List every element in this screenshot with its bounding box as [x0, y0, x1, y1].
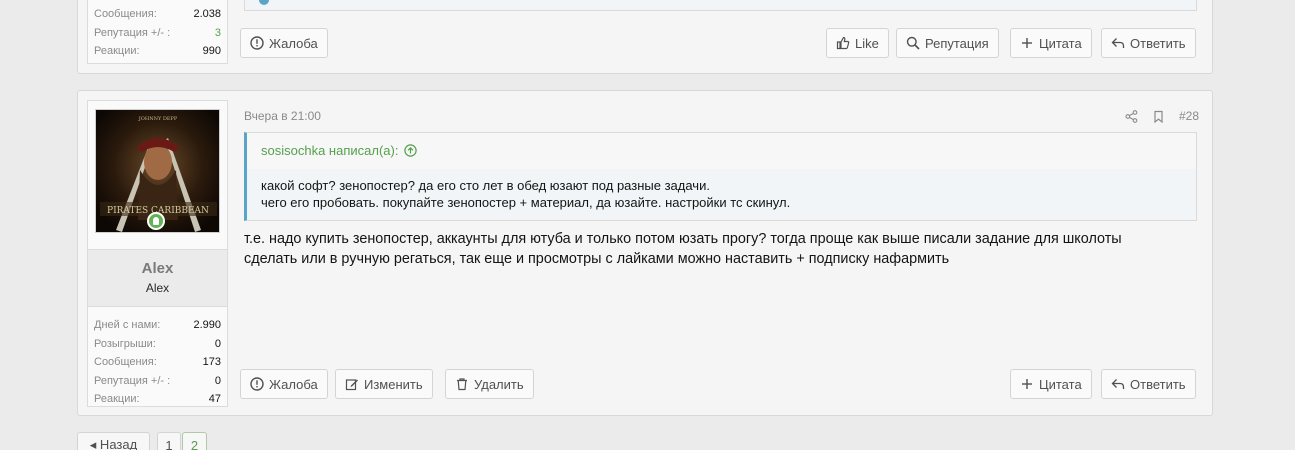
previous-post-user-stats: Сообщения: 2.038 Репутация +/- : 3 Реакц… [87, 0, 228, 64]
stat-row: Дней с нами: 2.990 [94, 316, 221, 335]
trash-icon [457, 378, 467, 391]
warning-circle-icon [250, 36, 264, 50]
edit-icon [345, 379, 358, 391]
stat-value: 0 [214, 337, 221, 350]
svg-text:JOHNNY DEPP: JOHNNY DEPP [138, 116, 178, 122]
previous-post-content-edge [244, 0, 1197, 11]
edit-button[interactable]: Изменить [335, 369, 433, 399]
post-number-link[interactable]: #28 [1179, 109, 1199, 123]
stat-label: Сообщения: [94, 8, 157, 20]
pagination-prev-button[interactable]: ◂ Назад [77, 432, 150, 450]
info-icon [259, 0, 269, 5]
stat-label: Розыгрыши: [94, 337, 156, 350]
quote-body: какой софт? зенопостер? да его сто лет в… [247, 169, 1196, 220]
share-icon[interactable] [1125, 109, 1138, 123]
report-button[interactable]: Жалоба [240, 369, 328, 399]
delete-button[interactable]: Удалить [445, 369, 534, 399]
stat-value: 2.990 [193, 319, 221, 331]
stat-row: Сообщения: 173 [94, 353, 221, 372]
user-info-panel: PIRATES CARIBBEAN JOHNNY DEPP Alex Alex … [87, 100, 228, 407]
message-line: т.е. надо купить зенопостер, аккаунты дл… [244, 231, 1122, 247]
reply-icon [1111, 38, 1125, 48]
report-label: Жалоба [269, 35, 318, 51]
warning-circle-icon [250, 377, 264, 391]
stat-value: 0 [214, 374, 221, 387]
pagination-page-label: 1 [165, 437, 173, 450]
stat-value: 2.038 [193, 8, 221, 20]
user-stats: Дней с нами: 2.990 Розыгрыши: 0 Сообщени… [88, 316, 227, 409]
stat-value: 173 [202, 356, 221, 368]
pagination-page-label: 2 [190, 437, 199, 450]
like-button[interactable]: Like [826, 28, 889, 58]
previous-post: Сообщения: 2.038 Репутация +/- : 3 Реакц… [77, 0, 1213, 74]
quote-author-link[interactable]: sosisochka написал(а): [261, 143, 418, 158]
reply-button[interactable]: Ответить [1101, 369, 1196, 399]
stat-row: Реакции: 47 [94, 390, 221, 409]
report-label: Жалоба [269, 376, 318, 392]
quote-button[interactable]: Цитата [1010, 369, 1092, 399]
post-tools: #28 [1125, 109, 1199, 123]
stat-label: Реакции: [94, 393, 140, 405]
stat-label: Сообщения: [94, 356, 157, 368]
user-title: Alex [145, 281, 170, 295]
reply-button[interactable]: Ответить [1101, 28, 1196, 58]
quote-author: sosisochka написал(а): [261, 143, 399, 158]
quote-line: какой софт? зенопостер? да его сто лет в… [261, 178, 710, 193]
quote-label: Цитата [1039, 376, 1082, 392]
stat-value: 990 [202, 45, 221, 57]
bookmark-icon[interactable] [1152, 110, 1165, 123]
reputation-button[interactable]: Репутация [896, 28, 999, 58]
online-status-icon [147, 212, 165, 230]
pagination-page-2[interactable]: 2 [182, 432, 207, 450]
user-name-block: Alex Alex [88, 249, 227, 307]
arrow-up-circle-icon [404, 144, 418, 157]
stat-row: Розыгрыши: 0 [94, 335, 221, 354]
stat-value: 47 [208, 393, 221, 405]
plus-icon [1022, 38, 1032, 48]
plus-icon [1022, 379, 1032, 389]
stat-row: Реакции: 990 [94, 42, 221, 61]
thumbs-up-icon [836, 36, 850, 50]
quote-button[interactable]: Цитата [1010, 28, 1092, 58]
stat-row: Сообщения: 2.038 [94, 5, 221, 24]
reply-label: Ответить [1130, 376, 1186, 392]
stat-row: Репутация +/- : 0 [94, 372, 221, 391]
reputation-label: Репутация [925, 35, 989, 51]
stat-value: 3 [214, 26, 221, 39]
quote-block: sosisochka написал(а): какой софт? зеноп… [244, 132, 1197, 221]
pagination-page-1[interactable]: 1 [157, 432, 181, 450]
post-28: PIRATES CARIBBEAN JOHNNY DEPP Alex Alex … [77, 90, 1213, 416]
post-message: т.е. надо купить зенопостер, аккаунты дл… [244, 229, 1174, 269]
quote-label: Цитата [1039, 35, 1082, 51]
stat-label: Дней с нами: [94, 319, 161, 331]
message-line: сделать или в ручную регаться, так еще и… [244, 251, 950, 267]
delete-label: Удалить [474, 376, 524, 392]
stat-label: Реакции: [94, 45, 140, 57]
stat-label: Репутация +/- : [94, 26, 171, 39]
pagination-prev-label: ◂ Назад [89, 437, 138, 450]
like-label: Like [855, 35, 879, 51]
stat-label: Репутация +/- : [94, 374, 171, 387]
quote-line: чего его пробовать. покупайте зенопостер… [261, 195, 791, 210]
edit-label: Изменить [364, 376, 423, 392]
stat-row: Репутация +/- : 3 [94, 24, 221, 43]
search-icon [906, 36, 920, 50]
report-button[interactable]: Жалоба [240, 28, 328, 58]
reply-icon [1111, 379, 1125, 389]
post-date-link[interactable]: Вчера в 21:00 [244, 109, 321, 123]
username-link[interactable]: Alex [88, 260, 227, 278]
reply-label: Ответить [1130, 35, 1186, 51]
